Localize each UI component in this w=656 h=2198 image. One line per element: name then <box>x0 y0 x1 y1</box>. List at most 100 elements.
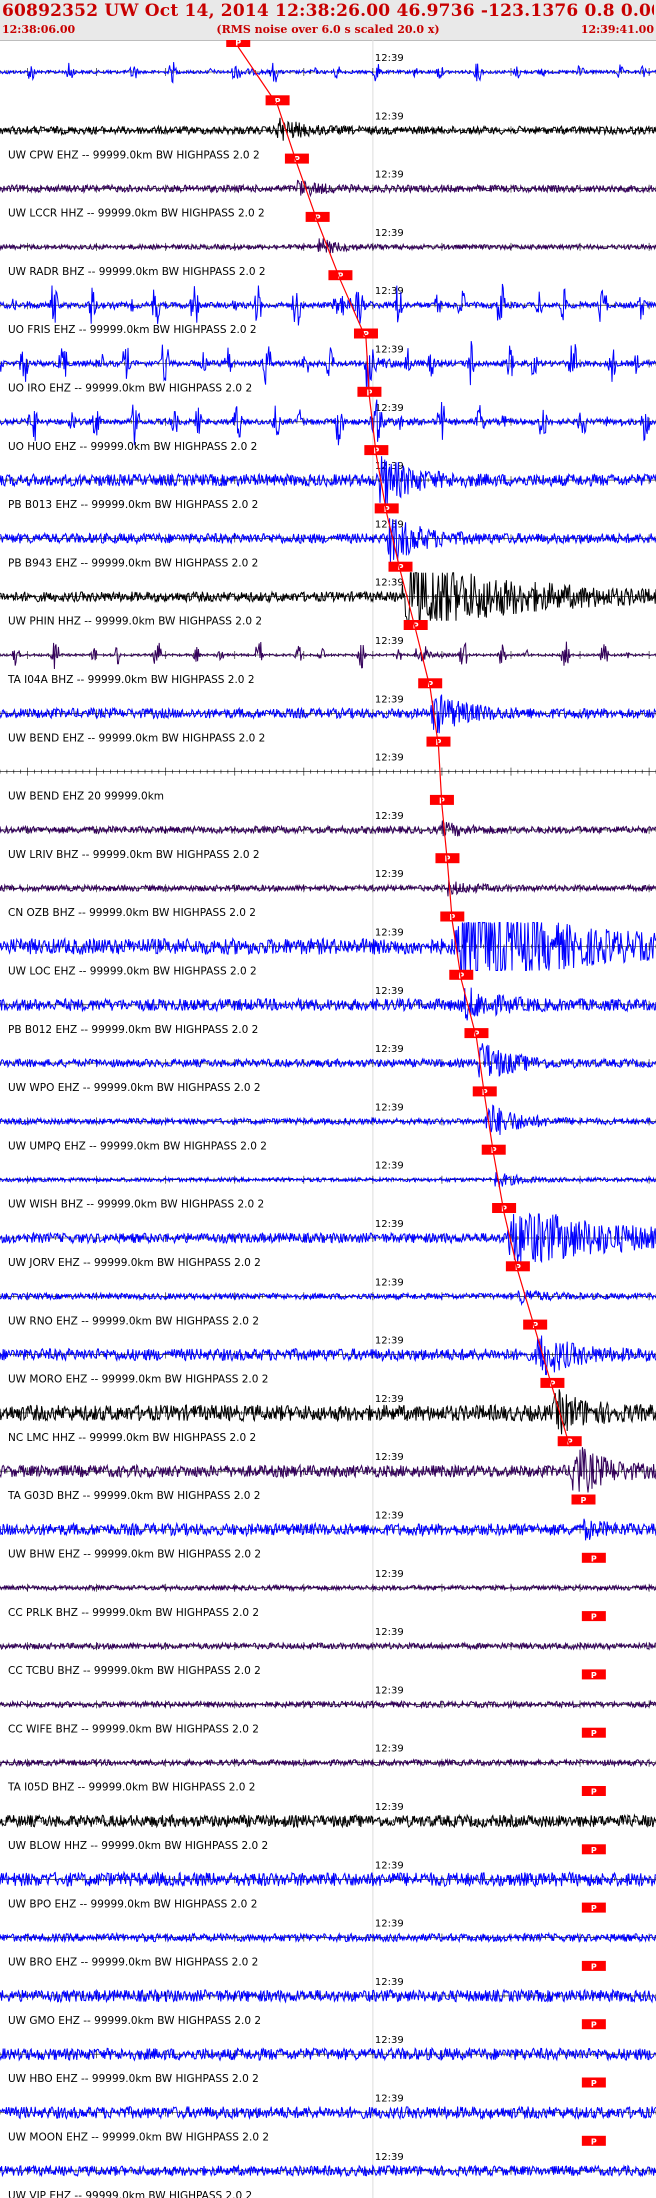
minute-tick-label: 12:39 <box>375 986 404 997</box>
station-label: UW BEND EHZ 20 99999.0km <box>8 791 164 803</box>
minute-tick-label: 12:39 <box>375 2152 404 2163</box>
station-label: UW RADR BHZ -- 99999.0km BW HIGHPASS 2.0… <box>8 266 266 278</box>
waveform <box>0 1043 656 1078</box>
waveform <box>0 518 656 563</box>
minute-tick-label: 12:39 <box>375 1569 404 1580</box>
trace: 12:39PUO FRIS EHZ -- 99999.0km BW HIGHPA… <box>0 270 656 336</box>
trace: 12:39PUW PHIN HHZ -- 99999.0km BW HIGHPA… <box>0 561 656 628</box>
trace: 12:39PPB B943 EHZ -- 99999.0km BW HIGHPA… <box>0 503 656 569</box>
waveform <box>0 399 656 446</box>
minute-tick-label: 12:39 <box>375 1161 404 1172</box>
minute-tick-label: 12:39 <box>375 1219 404 1230</box>
trace: 12:39PNC LMC HHZ -- 99999.0km BW HIGHPAS… <box>0 1377 656 1444</box>
waveform <box>0 62 656 84</box>
trace: 12:39 P CC WIFE BHZ -- 99999.0km BW HIGHPA… <box>0 1669 656 1735</box>
waveform <box>0 238 656 254</box>
station-label: UW MOON EHZ -- 99999.0km BW HIGHPASS 2.0… <box>8 2132 269 2144</box>
station-label: UW PHIN HHZ -- 99999.0km BW HIGHPASS 2.0… <box>8 616 262 628</box>
station-label: CC WIFE BHZ -- 99999.0km BW HIGHPASS 2.0… <box>8 1723 259 1735</box>
trace: 12:39PUW LCCR HHZ -- 99999.0km BW HIGHPA… <box>0 153 656 220</box>
minute-tick-label: 12:39 <box>375 1744 404 1755</box>
minute-tick-label: 12:39 <box>375 2035 404 2046</box>
minute-tick-label: 12:39 <box>375 753 404 764</box>
station-label: UW LCCR HHZ -- 99999.0km BW HIGHPASS 2.0… <box>8 208 265 220</box>
minute-tick-label: 12:39 <box>375 1336 404 1347</box>
trace: 12:39PUW LRIV BHZ -- 99999.0km BW HIGHPA… <box>0 794 656 861</box>
trace: 12:39PUW BEND EHZ -- 99999.0km BW HIGHPA… <box>0 678 656 744</box>
minute-tick-label: 12:39 <box>375 694 404 705</box>
trace: 12:39PUO HUO EHZ -- 99999.0km BW HIGHPAS… <box>0 386 656 453</box>
waveform <box>0 341 656 388</box>
minute-tick-label: 12:39 <box>375 1511 404 1522</box>
minute-tick-label: 12:39 <box>375 928 404 939</box>
pick-label: P <box>591 2079 597 2088</box>
minute-tick-label: 12:39 <box>375 1627 404 1638</box>
minute-tick-label: 12:39 <box>375 170 404 181</box>
trace: 12:39PUO IRO EHZ -- 99999.0km BW HIGHPAS… <box>0 328 656 395</box>
station-label: UO IRO EHZ -- 99999.0km BW HIGHPASS 2.0 … <box>8 383 252 395</box>
waveform <box>0 1988 656 2004</box>
minute-tick-label: 12:39 <box>375 636 404 647</box>
trace: 12:39 P UW GMO EHZ -- 99999.0km BW HIGHPAS… <box>0 1960 656 2027</box>
minute-tick-label: 12:39 <box>375 111 404 122</box>
trace: 12:39 P CC TCBU BHZ -- 99999.0km BW HIGHPA… <box>0 1611 656 1677</box>
trace: 12:39PCN OZB BHZ -- 99999.0km BW HIGHPAS… <box>0 853 656 919</box>
minute-tick-label: 12:39 <box>375 1044 404 1055</box>
station-label: PB B012 EHZ -- 99999.0km BW HIGHPASS 2.0… <box>8 1024 258 1036</box>
waveform <box>0 1699 656 1710</box>
seismogram-record-section: 12:39P12:39PUW CPW EHZ -- 99999.0km BW H… <box>0 40 656 2198</box>
trace: 12:39PTA I04A BHZ -- 99999.0km BW HIGHPA… <box>0 620 656 686</box>
record-title: 60892352 UW Oct 14, 2014 12:38:26.00 46.… <box>2 1 654 21</box>
waveform <box>0 179 656 198</box>
waveform <box>0 987 656 1021</box>
trace: 12:39 P UW BRO EHZ -- 99999.0km BW HIGHPAS… <box>0 1902 656 1969</box>
trace: 12:39 P TA G03D BHZ -- 99999.0km BW HIGHPA… <box>0 1436 656 1502</box>
trace: 12:39PPB B012 EHZ -- 99999.0km BW HIGHPA… <box>0 969 656 1036</box>
station-label: UW LRIV BHZ -- 99999.0km BW HIGHPASS 2.0… <box>8 849 260 861</box>
station-label: UW BEND EHZ -- 99999.0km BW HIGHPASS 2.0… <box>8 732 265 744</box>
trace: 12:39PUW CPW EHZ -- 99999.0km BW HIGHPAS… <box>0 95 656 161</box>
trace: 12:39 P UW BLOW HHZ -- 99999.0km BW HIGHPA… <box>0 1786 656 1852</box>
station-label: UW WISH BHZ -- 99999.0km BW HIGHPASS 2.0… <box>8 1199 264 1211</box>
pick-label: P <box>591 1788 597 1797</box>
minute-tick-label: 12:39 <box>375 286 404 297</box>
waveform <box>0 694 656 734</box>
station-label: TA I04A BHZ -- 99999.0km BW HIGHPASS 2.0… <box>7 674 255 686</box>
minute-tick-label: 12:39 <box>375 345 404 356</box>
station-label: UW BHW EHZ -- 99999.0km BW HIGHPASS 2.0 … <box>8 1549 261 1561</box>
trace: 12:39PUW MORO EHZ -- 99999.0km BW HIGHPA… <box>0 1319 656 1386</box>
station-label: UW VIP EHZ -- 99999.0km BW HIGHPASS 2.0 … <box>8 2190 252 2198</box>
waveform <box>0 1389 656 1435</box>
station-label: CC PRLK BHZ -- 99999.0km BW HIGHPASS 2.0… <box>8 1607 259 1619</box>
trace: 12:39 P UW MOON EHZ -- 99999.0km BW HIGHPA… <box>0 2077 656 2144</box>
minute-tick-label: 12:39 <box>375 1977 404 1988</box>
pick-label: P <box>591 1729 597 1738</box>
station-label: UW WPO EHZ -- 99999.0km BW HIGHPASS 2.0 … <box>8 1082 261 1094</box>
minute-tick-label: 12:39 <box>375 1394 404 1405</box>
pick-label: P <box>591 2137 597 2146</box>
trace: 12:39PUW JORV EHZ -- 99999.0km BW HIGHPA… <box>0 1203 656 1269</box>
trace: 12:39 P <box>0 40 656 84</box>
waveform <box>0 572 656 622</box>
trace: 12:39 P UW HBO EHZ -- 99999.0km BW HIGHPAS… <box>0 2019 656 2085</box>
minute-tick-label: 12:39 <box>375 578 404 589</box>
station-label: UW GMO EHZ -- 99999.0km BW HIGHPASS 2.0 … <box>8 2015 261 2027</box>
waveform <box>0 1757 656 1768</box>
waveform <box>0 1335 656 1376</box>
trace: 12:39PUW RNO EHZ -- 99999.0km BW HIGHPAS… <box>0 1261 656 1327</box>
minute-tick-label: 12:39 <box>375 811 404 822</box>
minute-tick-label: 12:39 <box>375 403 404 414</box>
trace: 12:39 P UW BHW EHZ -- 99999.0km BW HIGHPAS… <box>0 1494 656 1561</box>
station-label: UW BRO EHZ -- 99999.0km BW HIGHPASS 2.0 … <box>8 1957 258 1969</box>
minute-tick-label: 12:39 <box>375 2094 404 2105</box>
record-header: 60892352 UW Oct 14, 2014 12:38:26.00 46.… <box>0 0 656 41</box>
station-label: UW MORO EHZ -- 99999.0km BW HIGHPASS 2.0… <box>8 1374 268 1386</box>
minute-tick-label: 12:39 <box>375 1802 404 1813</box>
minute-tick-label: 12:39 <box>375 1102 404 1113</box>
station-label: CC TCBU BHZ -- 99999.0km BW HIGHPASS 2.0… <box>8 1665 261 1677</box>
trace: 12:39 P UW VIP EHZ -- 99999.0km BW HIGHPAS… <box>0 2135 656 2198</box>
waveform <box>0 1447 656 1493</box>
pick-label: P <box>591 1962 597 1971</box>
station-label: UW LOC EHZ -- 99999.0km BW HIGHPASS 2.0 … <box>8 966 257 978</box>
pick-label: P <box>591 1671 597 1680</box>
